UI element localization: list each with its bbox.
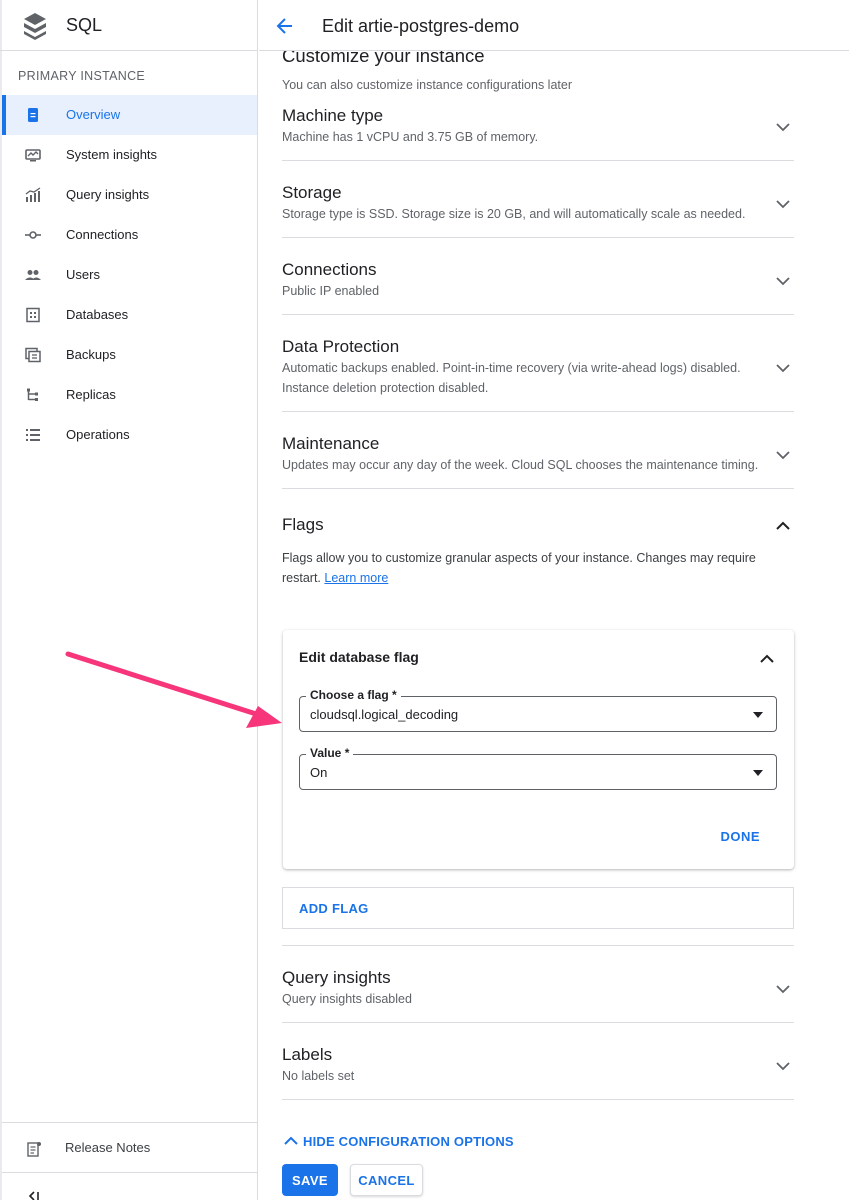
add-flag-label: ADD FLAG xyxy=(299,901,369,916)
sidebar-item-backups[interactable]: Backups xyxy=(2,335,257,375)
sidebar-item-system-insights[interactable]: System insights xyxy=(2,135,257,175)
section-description: Updates may occur any day of the week. C… xyxy=(282,458,759,472)
flag-select-label: Choose a flag * xyxy=(306,688,401,702)
chevron-down-icon[interactable] xyxy=(776,199,790,209)
connections-icon xyxy=(25,231,41,239)
hide-configuration-options-label: HIDE CONFIGURATION OPTIONS xyxy=(303,1133,514,1149)
sidebar-nav: Overview System insights Query insights xyxy=(2,95,257,455)
customize-title: Customize your instance xyxy=(282,51,485,66)
value-select-label: Value * xyxy=(306,746,354,760)
chevron-down-icon[interactable] xyxy=(776,1061,790,1071)
databases-icon xyxy=(26,307,40,323)
add-flag-button[interactable]: ADD FLAG xyxy=(282,887,794,929)
sidebar-item-label: Connections xyxy=(66,227,139,242)
section-title: Machine type xyxy=(282,106,384,125)
section-maintenance[interactable]: Maintenance Updates may occur any day of… xyxy=(282,434,794,489)
sidebar-item-connections[interactable]: Connections xyxy=(2,215,257,255)
back-arrow-icon[interactable] xyxy=(275,16,295,36)
sidebar: SQL PRIMARY INSTANCE Overview System ins… xyxy=(0,0,258,1200)
page-header: Edit artie-postgres-demo xyxy=(259,0,849,51)
chevron-up-icon[interactable] xyxy=(760,654,774,664)
sidebar-item-label: Operations xyxy=(66,427,130,442)
sql-logo-icon xyxy=(24,13,46,40)
sidebar-item-label: System insights xyxy=(66,147,158,162)
section-machine-type[interactable]: Machine type Machine has 1 vCPU and 3.75… xyxy=(282,106,794,161)
sidebar-item-label: Users xyxy=(66,267,100,282)
sidebar-item-overview[interactable]: Overview xyxy=(2,95,257,135)
section-description: Storage type is SSD. Storage size is 20 … xyxy=(282,207,746,221)
chevron-down-icon[interactable] xyxy=(776,984,790,994)
chevron-down-icon[interactable] xyxy=(776,122,790,132)
chevron-down-icon[interactable] xyxy=(776,363,790,373)
section-title: Maintenance xyxy=(282,434,380,453)
sidebar-section-label: PRIMARY INSTANCE xyxy=(18,69,146,83)
query-insights-icon xyxy=(25,187,41,202)
app-title: SQL xyxy=(66,15,103,35)
backups-icon xyxy=(25,347,41,363)
section-title: Labels xyxy=(282,1045,333,1064)
edit-flag-title: Edit database flag xyxy=(299,649,419,665)
sidebar-item-databases[interactable]: Databases xyxy=(2,295,257,335)
sidebar-item-label: Replicas xyxy=(66,387,116,402)
section-connections[interactable]: Connections Public IP enabled xyxy=(282,260,794,315)
operations-icon xyxy=(26,429,40,441)
sidebar-item-label: Databases xyxy=(66,307,129,322)
edit-flag-card: Edit database flag Choose a flag * cloud… xyxy=(283,630,794,869)
overview-icon xyxy=(28,108,38,122)
chevron-down-icon[interactable] xyxy=(776,450,790,460)
sidebar-item-label: Query insights xyxy=(66,187,150,202)
replicas-icon xyxy=(27,388,38,401)
section-title: Connections xyxy=(282,260,377,279)
save-button[interactable]: SAVE xyxy=(282,1164,338,1196)
sidebar-item-users[interactable]: Users xyxy=(2,255,257,295)
chevron-down-icon[interactable] xyxy=(776,276,790,286)
done-button[interactable]: DONE xyxy=(720,829,760,844)
collapse-sidebar-icon xyxy=(28,1191,39,1200)
divider xyxy=(282,945,794,946)
section-title: Query insights xyxy=(282,968,391,987)
hide-configuration-options-button[interactable]: HIDE CONFIGURATION OPTIONS xyxy=(284,1131,514,1151)
release-notes-icon xyxy=(27,1142,41,1157)
learn-more-link[interactable]: Learn more xyxy=(324,571,388,585)
section-flags[interactable]: Flags xyxy=(282,515,794,545)
chevron-up-icon[interactable] xyxy=(776,521,790,531)
flag-select-value: cloudsql.logical_decoding xyxy=(310,707,459,722)
cancel-button[interactable]: CANCEL xyxy=(350,1164,423,1196)
system-insights-icon xyxy=(25,149,41,162)
section-labels[interactable]: Labels No labels set xyxy=(282,1045,794,1100)
value-select[interactable]: Value * On xyxy=(299,746,777,790)
section-storage[interactable]: Storage Storage type is SSD. Storage siz… xyxy=(282,183,794,238)
section-description: Public IP enabled xyxy=(282,284,380,298)
dropdown-arrow-icon xyxy=(753,712,763,718)
sidebar-item-release-notes[interactable]: Release Notes xyxy=(2,1122,257,1172)
section-description: No labels set xyxy=(282,1069,355,1083)
page-title: Edit artie-postgres-demo xyxy=(322,16,520,36)
section-data-protection[interactable]: Data Protection Automatic backups enable… xyxy=(282,337,794,412)
dropdown-arrow-icon xyxy=(753,770,763,776)
sidebar-item-query-insights[interactable]: Query insights xyxy=(2,175,257,215)
brand-bar: SQL xyxy=(0,0,258,51)
release-notes-label: Release Notes xyxy=(65,1140,151,1155)
chevron-up-icon xyxy=(284,1136,298,1145)
section-description: Query insights disabled xyxy=(282,992,412,1006)
sidebar-item-operations[interactable]: Operations xyxy=(2,415,257,455)
section-description: Machine has 1 vCPU and 3.75 GB of memory… xyxy=(282,130,539,144)
sidebar-item-replicas[interactable]: Replicas xyxy=(2,375,257,415)
users-icon xyxy=(25,270,41,280)
section-description: Automatic backups enabled. Point-in-time… xyxy=(282,361,741,395)
section-title: Storage xyxy=(282,183,342,202)
section-title: Flags xyxy=(282,515,324,534)
collapse-sidebar-button[interactable] xyxy=(2,1172,257,1200)
customize-subtitle: You can also customize instance configur… xyxy=(282,78,572,92)
main-content: Customize your instance You can also cus… xyxy=(259,51,849,1200)
flags-description: Flags allow you to customize granular as… xyxy=(282,548,782,588)
section-title: Data Protection xyxy=(282,337,400,356)
flag-select[interactable]: Choose a flag * cloudsql.logical_decodin… xyxy=(299,688,777,732)
sidebar-item-label: Backups xyxy=(66,347,116,362)
value-select-value: On xyxy=(310,765,328,780)
sidebar-item-label: Overview xyxy=(66,107,121,122)
section-query-insights[interactable]: Query insights Query insights disabled xyxy=(282,968,794,1023)
